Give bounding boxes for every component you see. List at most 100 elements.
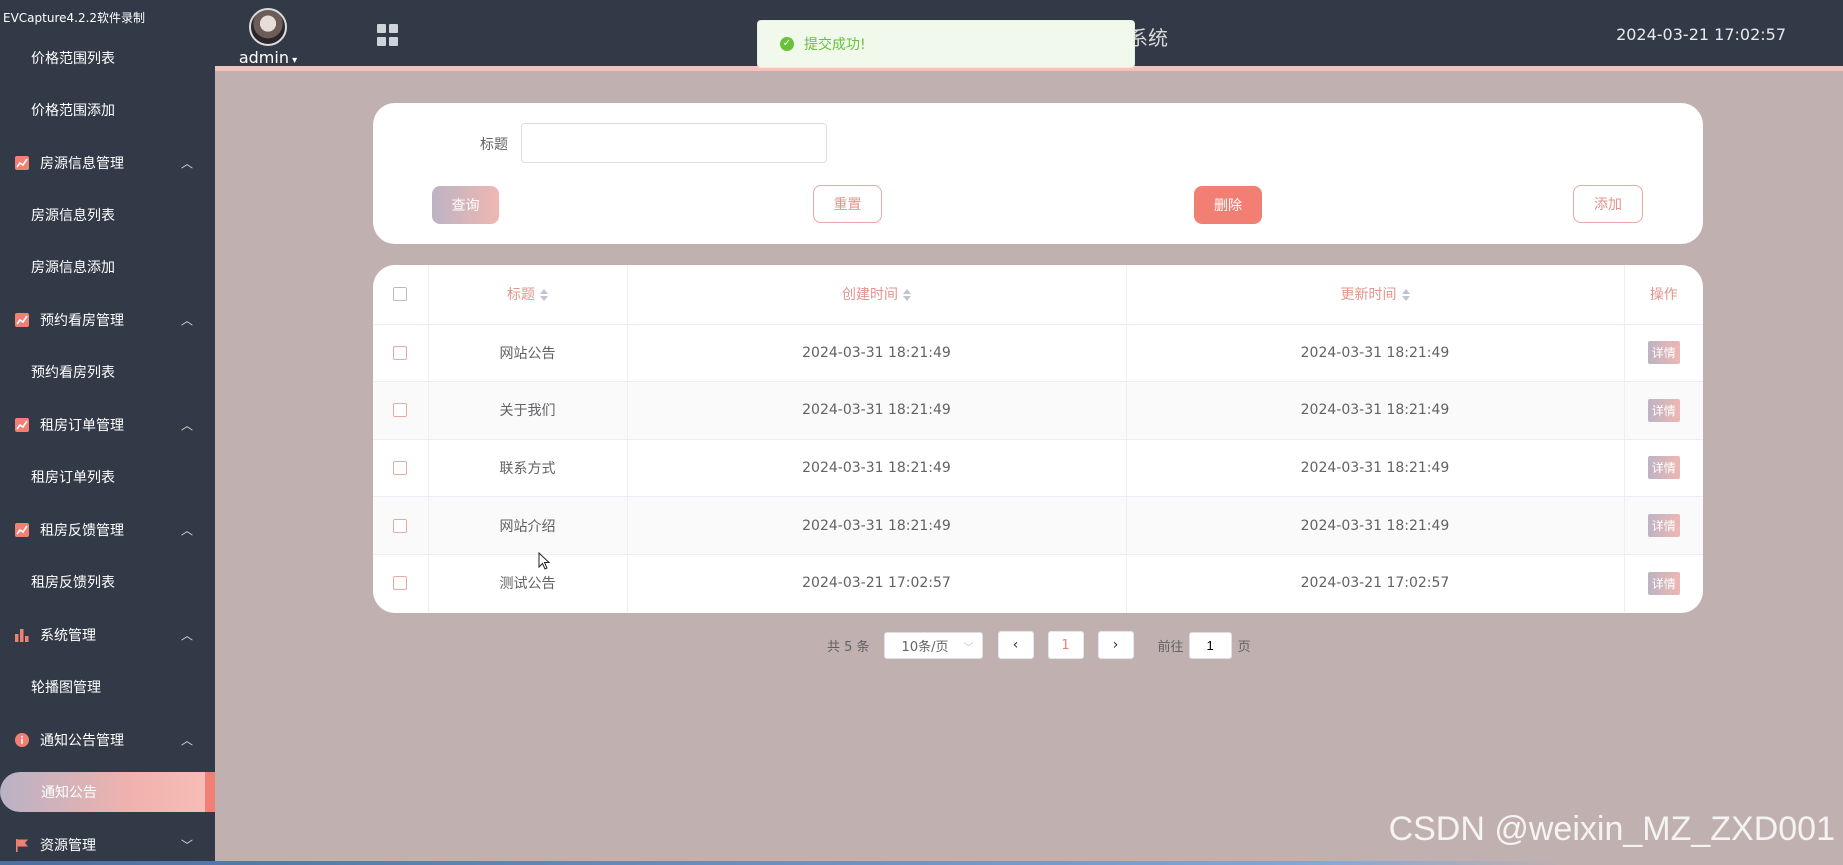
row-checkbox[interactable] — [393, 518, 408, 533]
column-actions: 操作 — [1624, 265, 1703, 325]
detail-button[interactable]: 详情 — [1647, 398, 1680, 422]
pagination: 共 5 条 10条/页 ﹀ ‹ 1 › 前往 页 — [827, 631, 1251, 659]
chart-icon — [14, 522, 30, 538]
recorder-label: EVCapture4.2.2软件录制 — [3, 11, 146, 25]
table-header-row: 标题 创建时间 更新时间 操作 — [373, 265, 1703, 325]
cell-updated: 2024-03-31 18:21:49 — [1126, 381, 1625, 440]
add-button[interactable]: 添加 — [1573, 185, 1643, 223]
sidebar-group-label: 预约看房管理 — [40, 312, 124, 329]
flag-icon — [14, 837, 30, 853]
sidebar-group-label: 通知公告管理 — [40, 732, 124, 749]
sidebar-group-9[interactable]: 租房反馈管理 ︿ — [0, 503, 215, 556]
sidebar-item-3[interactable]: 房源信息列表 — [0, 189, 215, 241]
chevron-down-icon[interactable]: ﹀ — [964, 639, 974, 654]
sidebar-item-8[interactable]: 租房订单列表 — [0, 451, 215, 503]
sidebar-item-12[interactable]: 轮播图管理 — [0, 661, 215, 713]
detail-button[interactable]: 详情 — [1647, 514, 1680, 538]
sidebar-item-0[interactable]: 价格范围列表 — [0, 32, 215, 84]
sidebar-item-4[interactable]: 房源信息添加 — [0, 241, 215, 293]
sidebar-menu: 价格范围列表 价格范围添加 房源信息管理 ︿ 房源信息列表 房源信息添加 预约看房管理 ︿ 预约… — [0, 32, 215, 865]
sidebar-item-label: 价格范围添加 — [31, 103, 115, 119]
table-row: 网站公告 2024-03-31 18:21:49 2024-03-31 18:21:… — [373, 324, 1703, 383]
sidebar-group-label: 租房反馈管理 — [40, 522, 124, 539]
row-checkbox[interactable] — [393, 403, 408, 418]
sidebar-item-label: 房源信息列表 — [31, 208, 115, 224]
sidebar-item-10[interactable]: 租房反馈列表 — [0, 556, 215, 608]
detail-button[interactable]: 详情 — [1647, 456, 1680, 480]
chevron-left-icon[interactable]: ‹ — [1013, 637, 1019, 653]
username[interactable]: admin — [239, 48, 289, 67]
sidebar-item-6[interactable]: 预约看房列表 — [0, 346, 215, 398]
sidebar-item-1[interactable]: 价格范围添加 — [0, 84, 215, 136]
bottom-progress-bar — [0, 861, 1843, 865]
sort-icon[interactable] — [1401, 289, 1410, 302]
table-row: 网站介绍 2024-03-31 18:21:49 2024-03-31 18:21:… — [373, 496, 1703, 555]
info-icon — [14, 732, 30, 748]
sidebar-group-2[interactable]: 房源信息管理 ︿ — [0, 136, 215, 189]
table-row: 测试公告 2024-03-21 17:02:57 2024-03-21 17:02:… — [373, 554, 1703, 612]
select-all-checkbox[interactable] — [393, 287, 408, 302]
csdn-watermark: CSDN @weixin_MZ_ZXD001 — [1388, 810, 1835, 848]
chart-icon — [14, 155, 30, 171]
page-size-select[interactable]: 10条/页 ﹀ — [883, 631, 983, 659]
caret-down-icon[interactable]: ▾ — [289, 55, 297, 66]
title-search-input[interactable] — [521, 123, 827, 163]
pagination-total: 共 5 条 — [827, 639, 870, 655]
cell-title: 网站介绍 — [428, 496, 628, 555]
column-updated[interactable]: 更新时间 — [1126, 265, 1625, 325]
row-checkbox[interactable] — [393, 345, 408, 360]
goto-page-input[interactable] — [1188, 631, 1232, 659]
mouse-cursor-icon — [538, 552, 550, 570]
sidebar-group-11[interactable]: 系统管理 ︿ — [0, 608, 215, 661]
cell-title: 联系方式 — [428, 439, 628, 498]
cell-updated: 2024-03-21 17:02:57 — [1126, 554, 1625, 612]
page-number-1[interactable]: 1 — [1047, 631, 1084, 659]
cell-updated: 2024-03-31 18:21:49 — [1126, 439, 1625, 498]
chevron-right-icon[interactable]: › — [1113, 637, 1119, 653]
row-checkbox[interactable] — [393, 460, 408, 475]
sidebar-group-label: 房源信息管理 — [40, 155, 124, 172]
sidebar-item-label: 价格范围列表 — [31, 51, 115, 67]
column-created[interactable]: 创建时间 — [627, 265, 1127, 325]
query-button[interactable]: 查询 — [432, 186, 499, 224]
grid-menu-icon[interactable] — [377, 24, 399, 46]
sidebar-group-15[interactable]: 资源管理 ﹀ — [0, 818, 215, 865]
row-checkbox[interactable] — [393, 576, 408, 591]
sidebar-group-13[interactable]: 通知公告管理 ︿ — [0, 713, 215, 766]
detail-button[interactable]: 详情 — [1647, 341, 1680, 365]
delete-button[interactable]: 删除 — [1194, 186, 1262, 224]
prev-page-button[interactable]: ‹ — [997, 631, 1034, 659]
notice-table: 标题 创建时间 更新时间 操作 网站公告 2024-03-31 18:21:49 2… — [373, 265, 1703, 612]
table-row: 关于我们 2024-03-31 18:21:49 2024-03-31 18:21:… — [373, 381, 1703, 440]
chevron-up-icon: ︿ — [180, 156, 193, 170]
notice-table-panel: 标题 创建时间 更新时间 操作 网站公告 2024-03-31 18:21:49 2… — [373, 265, 1703, 613]
cell-created: 2024-03-31 18:21:49 — [627, 324, 1127, 383]
user-menu[interactable]: admin ▾ — [237, 8, 299, 67]
reset-button[interactable]: 重置 — [813, 185, 882, 223]
cell-created: 2024-03-31 18:21:49 — [627, 439, 1127, 498]
title-search-label: 标题 — [480, 137, 508, 153]
sidebar-group-7[interactable]: 租房订单管理 ︿ — [0, 398, 215, 451]
sort-icon[interactable] — [903, 289, 911, 302]
chevron-up-icon: ︿ — [180, 523, 193, 537]
detail-button[interactable]: 详情 — [1647, 571, 1680, 595]
column-title[interactable]: 标题 — [428, 265, 628, 325]
cell-created: 2024-03-21 17:02:57 — [627, 554, 1127, 612]
cell-created: 2024-03-31 18:21:49 — [627, 496, 1127, 555]
chart-icon — [14, 312, 30, 328]
sort-icon[interactable] — [540, 289, 548, 302]
chevron-up-icon: ︿ — [180, 733, 193, 747]
sidebar-item-label: 租房反馈列表 — [31, 575, 115, 591]
bar-icon — [14, 627, 30, 643]
sidebar-item-active[interactable]: 通知公告 — [0, 766, 215, 818]
sidebar-group-5[interactable]: 预约看房管理 ︿ — [0, 293, 215, 346]
sidebar-group-label: 系统管理 — [40, 627, 96, 644]
cell-title: 网站公告 — [428, 324, 628, 383]
chevron-down-icon: ﹀ — [180, 838, 193, 852]
next-page-button[interactable]: › — [1097, 631, 1134, 659]
chevron-up-icon: ︿ — [180, 313, 193, 327]
cell-updated: 2024-03-31 18:21:49 — [1126, 324, 1625, 383]
chart-icon — [14, 417, 30, 433]
avatar[interactable] — [249, 8, 287, 46]
sidebar-item-label: 房源信息添加 — [31, 260, 115, 276]
